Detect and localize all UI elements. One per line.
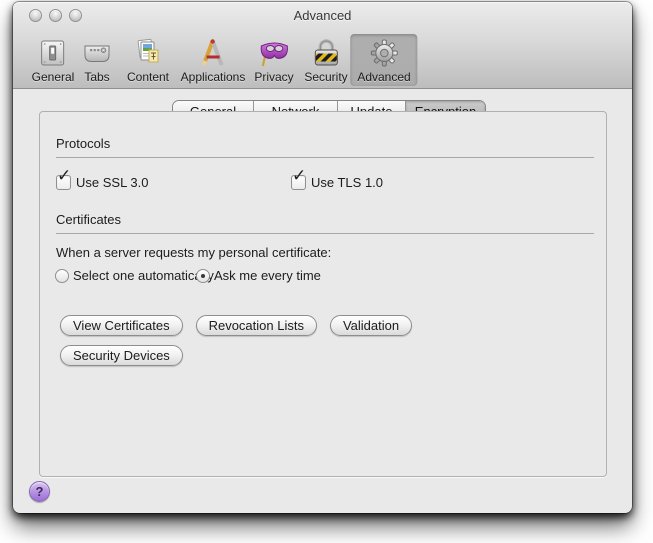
documents-icon — [132, 37, 164, 69]
letter-a-tools-icon — [197, 37, 229, 69]
screenshot-stage: Advanced General — [0, 0, 653, 543]
light-switch-icon — [37, 37, 69, 69]
toolbar-item-label: Privacy — [254, 70, 293, 84]
radio-label: Ask me every time — [214, 268, 321, 283]
gear-icon — [368, 37, 400, 69]
certificate-buttons-row-1: View Certificates Revocation Lists Valid… — [60, 315, 412, 336]
toolbar-item-label: Security — [304, 70, 347, 84]
toolbar-item-label: Content — [127, 70, 169, 84]
protocols-heading: Protocols — [56, 136, 594, 158]
certificate-prompt: When a server requests my personal certi… — [56, 245, 331, 260]
security-devices-button[interactable]: Security Devices — [60, 345, 183, 366]
toolbar-item-label: Advanced — [357, 70, 410, 84]
window-title: Advanced — [13, 8, 632, 23]
toolbar-item-label: General — [32, 70, 75, 84]
radio-ask-every-time[interactable]: Ask me every time — [196, 268, 321, 283]
checkbox-label: Use SSL 3.0 — [76, 175, 149, 190]
toolbar-item-privacy[interactable]: Privacy — [247, 34, 300, 86]
radio-select-automatically[interactable]: Select one automatically — [55, 268, 214, 283]
preferences-window: Advanced General — [13, 2, 632, 513]
checkbox-use-ssl[interactable]: ✓ Use SSL 3.0 — [56, 175, 149, 190]
help-button[interactable]: ? — [29, 481, 50, 502]
radio-label: Select one automatically — [73, 268, 214, 283]
toolbar-item-content[interactable]: Content — [120, 34, 176, 86]
validation-button[interactable]: Validation — [330, 315, 412, 336]
window-header: Advanced General — [13, 2, 632, 89]
toolbar-item-general[interactable]: General — [25, 34, 82, 86]
checkbox-checked-icon: ✓ — [56, 175, 71, 190]
toolbar-item-advanced[interactable]: Advanced — [350, 34, 417, 86]
toolbar-item-tabs[interactable]: Tabs — [74, 34, 120, 86]
checkbox-checked-icon: ✓ — [291, 175, 306, 190]
tab-shape-icon — [81, 37, 113, 69]
content-area: General Network Update Encryption Protoc… — [13, 89, 632, 513]
radio-icon — [55, 269, 69, 283]
toolbar-item-security[interactable]: Security — [297, 34, 354, 86]
certificates-heading: Certificates — [56, 212, 594, 234]
checkbox-use-tls[interactable]: ✓ Use TLS 1.0 — [291, 175, 383, 190]
toolbar-item-applications[interactable]: Applications — [174, 34, 253, 86]
padlock-icon — [310, 37, 342, 69]
certificate-buttons-row-2: Security Devices — [60, 345, 183, 366]
radio-icon — [196, 269, 210, 283]
toolbar-item-label: Tabs — [84, 70, 109, 84]
mask-icon — [258, 37, 290, 69]
checkbox-label: Use TLS 1.0 — [311, 175, 383, 190]
radio-dot — [201, 274, 205, 278]
view-certificates-button[interactable]: View Certificates — [60, 315, 183, 336]
revocation-lists-button[interactable]: Revocation Lists — [196, 315, 317, 336]
checkmark-icon: ✓ — [57, 168, 71, 185]
question-mark-icon: ? — [36, 484, 44, 499]
encryption-panel: Protocols ✓ Use SSL 3.0 ✓ Use TLS 1.0 Ce… — [39, 111, 607, 477]
checkmark-icon: ✓ — [292, 168, 306, 185]
toolbar-item-label: Applications — [181, 70, 246, 84]
